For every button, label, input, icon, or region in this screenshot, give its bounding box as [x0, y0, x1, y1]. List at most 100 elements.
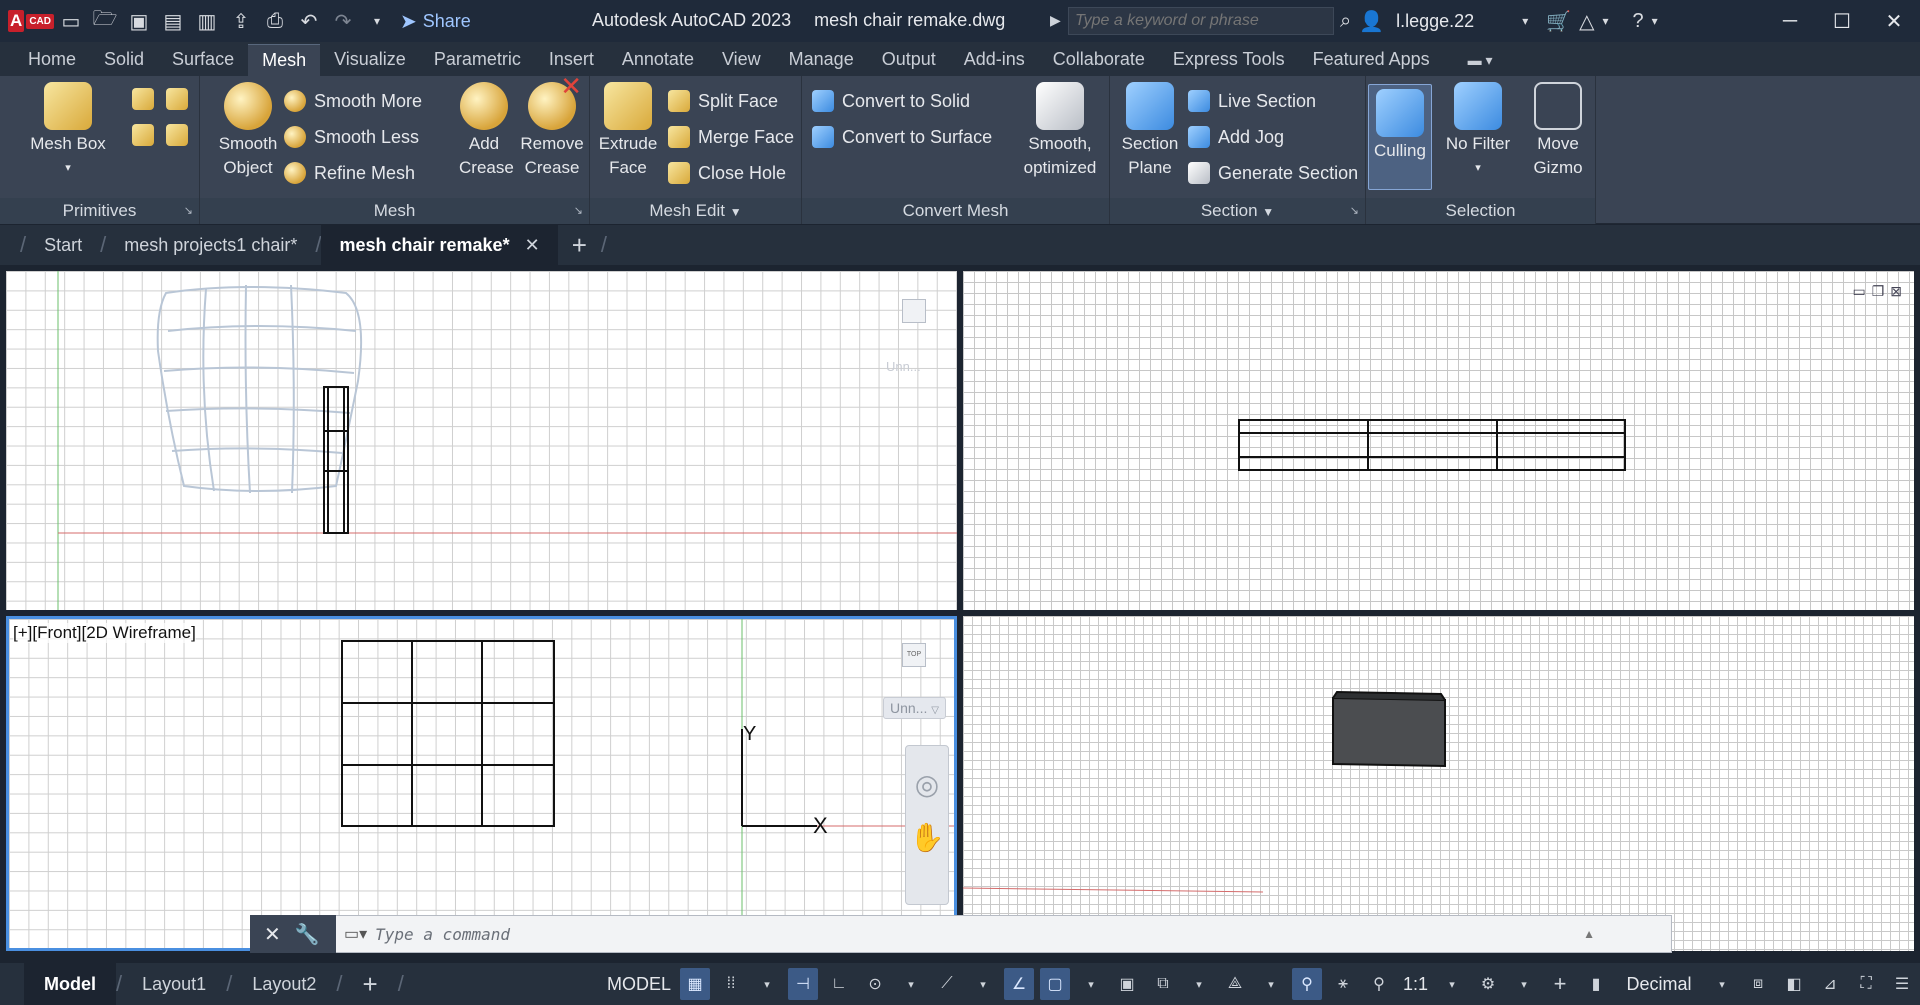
tab-parametric[interactable]: Parametric — [420, 44, 535, 76]
close-icon[interactable]: ✕ — [264, 922, 281, 947]
minimize-viewport-icon[interactable]: ▭ — [1852, 283, 1865, 300]
ribbon-display-toggle[interactable]: ▬ ▾ — [1468, 44, 1493, 76]
open-icon[interactable]: 🗁 — [88, 6, 122, 36]
wcs-menu-faded[interactable]: Unn... — [886, 359, 921, 374]
mesh-wedge-icon[interactable] — [132, 124, 154, 146]
culling-button[interactable]: Culling — [1368, 84, 1432, 190]
chevron-down-icon-15[interactable]: ▾ — [1509, 968, 1539, 1000]
extrude-face-button[interactable]: Extrude Face — [592, 82, 664, 180]
doc-tab-mesh-projects1[interactable]: mesh projects1 chair* — [106, 225, 315, 265]
close-icon[interactable]: ✕ — [1868, 0, 1920, 42]
annotation-scale-icon[interactable]: ⚲ — [1364, 968, 1394, 1000]
no-filter-button[interactable]: No Filter ▾ — [1438, 82, 1518, 180]
ortho-icon[interactable]: ∟ — [824, 968, 854, 1000]
layout-tab-layout2[interactable]: Layout2 — [232, 963, 336, 1005]
annotation-visibility-icon[interactable]: ⚲ — [1292, 968, 1323, 1000]
isodraft-icon[interactable]: ⟋ — [932, 968, 962, 1000]
tab-manage[interactable]: Manage — [775, 44, 868, 76]
publish-icon[interactable]: ▥ — [190, 6, 224, 36]
polar-icon[interactable]: ⊙ — [860, 968, 890, 1000]
close-hole-button[interactable]: Close Hole — [668, 158, 786, 188]
redo-icon[interactable]: ↷ — [326, 6, 360, 36]
autodesk-icon[interactable]: △ — [1579, 9, 1594, 34]
convert-to-surface-button[interactable]: Convert to Surface — [812, 122, 992, 152]
chevron-right-icon[interactable]: ▶ — [1050, 12, 1061, 29]
panel-expand-icon[interactable]: ↘ — [184, 198, 193, 224]
smooth-more-button[interactable]: Smooth More — [284, 86, 422, 116]
layout-tab-model[interactable]: Model — [24, 963, 116, 1005]
graphics-performance-icon[interactable]: ⊿ — [1815, 968, 1845, 1000]
minimize-icon[interactable]: ─ — [1764, 0, 1816, 42]
layout-tab-layout1[interactable]: Layout1 — [122, 963, 226, 1005]
infer-constraints-icon[interactable]: ⊣ — [788, 968, 819, 1000]
tab-collaborate[interactable]: Collaborate — [1039, 44, 1159, 76]
viewcube-icon[interactable]: TOP — [902, 643, 926, 667]
command-input[interactable] — [375, 924, 1576, 944]
help-icon[interactable]: ? — [1633, 10, 1644, 33]
panel-title-section[interactable]: Section ▼ ↘ — [1110, 198, 1365, 224]
generate-section-button[interactable]: Generate Section — [1188, 158, 1358, 188]
panel-title-mesh[interactable]: Mesh ↘ — [200, 198, 589, 224]
viewport-top-left[interactable]: Unn... — [6, 271, 957, 610]
units-icon[interactable]: ▮ — [1581, 968, 1611, 1000]
add-crease-button[interactable]: Add Crease — [452, 82, 516, 180]
chevron-down-icon[interactable]: ▾ — [1522, 14, 1528, 28]
mesh-box-button[interactable]: Mesh Box ▾ — [18, 82, 118, 180]
tab-mesh[interactable]: Mesh — [248, 44, 321, 76]
chevron-down-icon-13[interactable]: ▾ — [1256, 968, 1286, 1000]
maximize-icon[interactable]: ☐ — [1816, 0, 1868, 42]
doc-tab-start[interactable]: Start — [26, 225, 100, 265]
command-line-handle[interactable]: ✕ 🔧 — [250, 915, 336, 953]
tab-visualize[interactable]: Visualize — [320, 44, 420, 76]
app-menu-button[interactable]: A CAD — [8, 5, 54, 37]
command-prompt-icon[interactable]: ▭▾ — [344, 924, 367, 944]
search-icon[interactable]: ⌕ — [1340, 10, 1351, 33]
customization-icon[interactable]: ☰ — [1887, 968, 1917, 1000]
smooth-less-button[interactable]: Smooth Less — [284, 122, 419, 152]
move-gizmo-button[interactable]: Move Gizmo — [1522, 82, 1594, 180]
new-tab-button[interactable]: + — [572, 230, 587, 261]
wcs-menu[interactable]: Unn... ▽ — [883, 697, 946, 719]
chevron-down-icon-16[interactable]: ▾ — [1707, 968, 1737, 1000]
auto-scale-icon[interactable]: ⚹ — [1328, 968, 1358, 1000]
snap-icon[interactable]: ⁞⁞ — [716, 968, 746, 1000]
wrench-icon[interactable]: 🔧 — [295, 922, 320, 947]
undo-icon[interactable]: ↶ — [292, 6, 326, 36]
tab-featured-apps[interactable]: Featured Apps — [1299, 44, 1444, 76]
convert-to-solid-button[interactable]: Convert to Solid — [812, 86, 970, 116]
tab-output[interactable]: Output — [868, 44, 950, 76]
user-icon[interactable]: 👤 — [1359, 9, 1384, 34]
add-jog-button[interactable]: Add Jog — [1188, 122, 1284, 152]
chevron-down-icon-3[interactable]: ▾ — [1652, 14, 1658, 28]
remove-crease-button[interactable]: ✕ Remove Crease — [516, 73, 588, 180]
section-plane-button[interactable]: Section Plane — [1114, 82, 1186, 180]
chevron-down-icon-8[interactable]: ▾ — [752, 968, 782, 1000]
live-section-button[interactable]: Live Section — [1188, 86, 1316, 116]
panel-expand-icon-3[interactable]: ↘ — [1350, 198, 1359, 224]
refine-mesh-button[interactable]: Refine Mesh — [284, 158, 415, 188]
selection-cycling-icon[interactable]: ⧉ — [1148, 968, 1178, 1000]
dropdown-icon[interactable]: ▾ — [360, 6, 394, 36]
tab-solid[interactable]: Solid — [90, 44, 158, 76]
chevron-down-icon-12[interactable]: ▾ — [1184, 968, 1214, 1000]
tab-home[interactable]: Home — [14, 44, 90, 76]
plot-icon[interactable]: ⎙ — [258, 6, 292, 36]
chevron-down-icon-14[interactable]: ▾ — [1437, 968, 1467, 1000]
saveas-icon[interactable]: ▤ — [156, 6, 190, 36]
mesh-torus-icon[interactable] — [166, 124, 188, 146]
object-snap-icon[interactable]: ▢ — [1040, 968, 1071, 1000]
share-button[interactable]: ➤ Share — [400, 9, 471, 34]
viewport-bottom-right[interactable] — [963, 616, 1914, 951]
tab-addins[interactable]: Add-ins — [950, 44, 1039, 76]
chevron-up-icon[interactable]: ▲ — [1583, 927, 1595, 941]
open-web-icon[interactable]: ⇪ — [224, 6, 258, 36]
tab-view[interactable]: View — [708, 44, 775, 76]
split-face-button[interactable]: Split Face — [668, 86, 778, 116]
tab-surface[interactable]: Surface — [158, 44, 248, 76]
mesh-cone-icon[interactable] — [166, 88, 188, 110]
panel-expand-icon-2[interactable]: ↘ — [574, 198, 583, 224]
plus-icon[interactable]: + — [1545, 968, 1575, 1000]
doc-tab-mesh-chair-remake[interactable]: mesh chair remake* ✕ — [321, 225, 558, 265]
chevron-down-icon-9[interactable]: ▾ — [896, 968, 926, 1000]
tab-annotate[interactable]: Annotate — [608, 44, 708, 76]
